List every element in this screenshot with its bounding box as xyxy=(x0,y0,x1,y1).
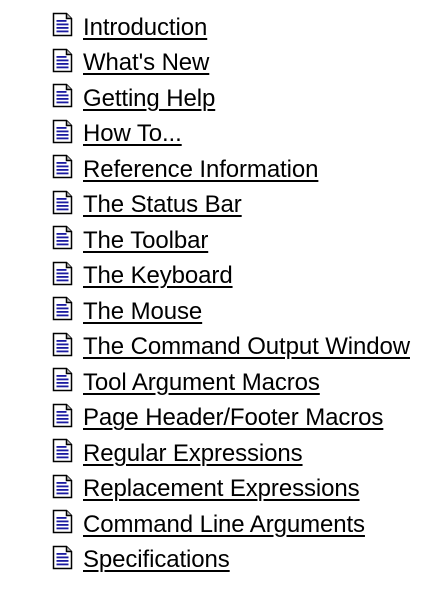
topic-list-item[interactable]: The Command Output Window xyxy=(52,330,410,366)
topic-link[interactable]: Tool Argument Macros xyxy=(83,370,320,395)
document-icon xyxy=(52,545,73,570)
topic-list-item[interactable]: Tool Argument Macros xyxy=(52,365,410,401)
topic-link[interactable]: Reference Information xyxy=(83,157,318,182)
topic-link[interactable]: Getting Help xyxy=(83,86,215,111)
topic-link[interactable]: What's New xyxy=(83,51,209,75)
document-icon xyxy=(52,403,73,428)
topic-list-item[interactable]: Specifications xyxy=(52,543,410,579)
topic-list-item[interactable]: The Mouse xyxy=(52,294,410,330)
topic-link[interactable]: Specifications xyxy=(83,548,230,572)
topic-link[interactable]: Regular Expressions xyxy=(83,441,303,466)
topic-link[interactable]: The Command Output Window xyxy=(83,335,410,359)
document-icon xyxy=(52,225,73,250)
help-contents-page: { "icon": "document-icon", "colors": { "… xyxy=(0,0,422,607)
topic-list-item[interactable]: The Keyboard xyxy=(52,259,410,295)
topic-link[interactable]: The Toolbar xyxy=(83,228,208,253)
topic-link[interactable]: Command Line Arguments xyxy=(83,512,365,537)
document-icon xyxy=(52,261,73,286)
document-icon xyxy=(52,509,73,534)
document-icon xyxy=(52,190,73,215)
topic-list-item[interactable]: Introduction xyxy=(52,10,410,46)
topic-list-item[interactable]: The Toolbar xyxy=(52,223,410,259)
topic-list-item[interactable]: What's New xyxy=(52,46,410,82)
document-icon xyxy=(52,48,73,73)
document-icon xyxy=(52,438,73,463)
document-icon xyxy=(52,332,73,357)
topic-list-item[interactable]: Regular Expressions xyxy=(52,436,410,472)
document-icon xyxy=(52,119,73,144)
document-icon xyxy=(52,367,73,392)
topic-link[interactable]: Introduction xyxy=(83,15,207,40)
document-icon xyxy=(52,12,73,37)
topic-list-item[interactable]: The Status Bar xyxy=(52,188,410,224)
topic-link[interactable]: The Keyboard xyxy=(83,264,233,288)
topic-list-item[interactable]: How To... xyxy=(52,117,410,153)
topic-list-item[interactable]: Reference Information xyxy=(52,152,410,188)
topic-link[interactable]: Page Header/Footer Macros xyxy=(83,406,383,430)
topic-link[interactable]: Replacement Expressions xyxy=(83,477,360,501)
document-icon xyxy=(52,154,73,179)
topic-list-item[interactable]: Replacement Expressions xyxy=(52,472,410,508)
document-icon xyxy=(52,296,73,321)
topic-link[interactable]: The Status Bar xyxy=(83,193,242,217)
help-topic-list: Introduction What's New Getting Help How To… xyxy=(52,10,410,578)
document-icon xyxy=(52,474,73,499)
topic-list-item[interactable]: Page Header/Footer Macros xyxy=(52,401,410,437)
topic-link[interactable]: How To... xyxy=(83,122,182,146)
topic-list-item[interactable]: Getting Help xyxy=(52,81,410,117)
document-icon xyxy=(52,83,73,108)
topic-link[interactable]: The Mouse xyxy=(83,299,202,324)
topic-list-item[interactable]: Command Line Arguments xyxy=(52,507,410,543)
